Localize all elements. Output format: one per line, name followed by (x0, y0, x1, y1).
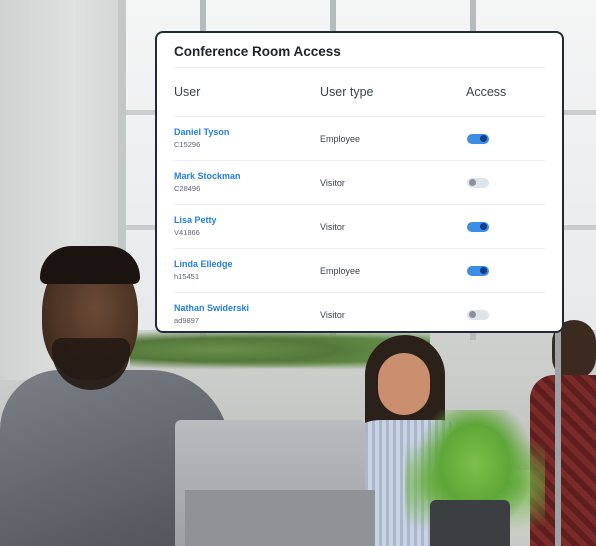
user-id: C28496 (174, 184, 201, 193)
toggle-knob (480, 267, 487, 274)
toggle-knob (480, 223, 487, 230)
user-type: Visitor (320, 177, 345, 188)
table-row: Daniel Tyson C15296 Employee (174, 117, 545, 161)
access-toggle[interactable] (467, 309, 489, 320)
toggle-knob (480, 135, 487, 142)
table-header: User User type Access (174, 68, 545, 117)
toggle-knob (469, 179, 476, 186)
plant-pot (430, 500, 510, 546)
user-type: Visitor (320, 309, 345, 320)
column-header-access: Access (466, 85, 507, 99)
user-id: ad9897 (174, 316, 200, 325)
table-row: Linda Elledge h15451 Employee (174, 249, 545, 293)
user-name-link[interactable]: Mark Stockman (174, 171, 320, 182)
access-toggle[interactable] (467, 221, 489, 232)
user-list: Daniel Tyson C15296 Employee Mark Stockm… (174, 117, 545, 336)
user-id: h15451 (174, 272, 200, 281)
access-toggle[interactable] (467, 177, 489, 188)
user-name-link[interactable]: Daniel Tyson (174, 127, 320, 138)
conference-room-access-card: Conference Room Access User User type Ac… (155, 31, 564, 333)
card-title: Conference Room Access (174, 33, 545, 68)
person-woman-face (378, 353, 430, 415)
desk-lamp (555, 330, 561, 546)
access-toggle[interactable] (467, 265, 489, 276)
column-header-user: User (174, 85, 201, 99)
laptop-base (185, 490, 375, 546)
user-type: Employee (320, 265, 361, 276)
person-main-hair (40, 246, 140, 284)
user-type: Visitor (320, 221, 345, 232)
table-row: Lisa Petty V41866 Visitor (174, 205, 545, 249)
user-name-link[interactable]: Linda Elledge (174, 259, 320, 270)
user-name-link[interactable]: Nathan Swiderski (174, 303, 320, 314)
toggle-knob (469, 311, 476, 318)
column-header-user-type: User type (320, 85, 374, 99)
user-id: V41866 (174, 228, 200, 237)
access-toggle[interactable] (467, 133, 489, 144)
user-name-link[interactable]: Lisa Petty (174, 215, 320, 226)
user-id: C15296 (174, 140, 201, 149)
table-row: Nathan Swiderski ad9897 Visitor (174, 293, 545, 336)
user-type: Employee (320, 133, 361, 144)
table-row: Mark Stockman C28496 Visitor (174, 161, 545, 205)
